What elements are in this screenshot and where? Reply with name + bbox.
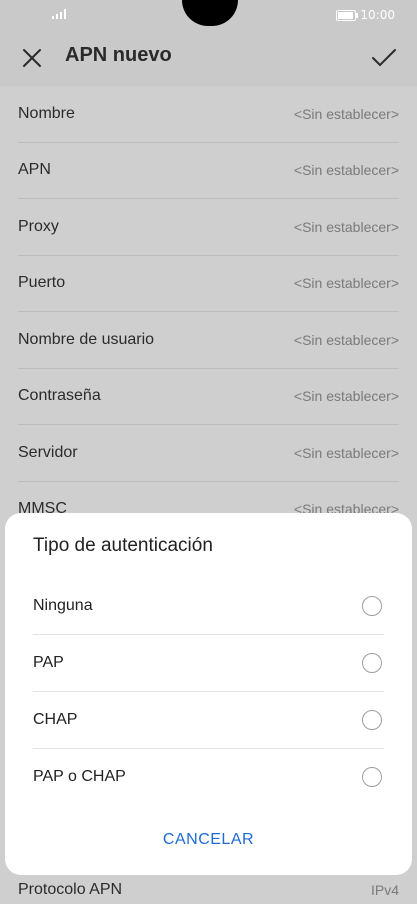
radio-icon[interactable]: [362, 653, 382, 673]
option-list: Ninguna PAP CHAP PAP o CHAP: [33, 578, 384, 805]
setting-value: <Sin establecer>: [293, 444, 399, 461]
cancel-button[interactable]: CANCELAR: [5, 831, 412, 849]
option-label: Ninguna: [33, 597, 93, 614]
status-right: 10:00: [336, 8, 395, 22]
setting-row-proxy[interactable]: Proxy <Sin establecer>: [18, 199, 399, 256]
dialog-title: Tipo de autenticación: [33, 535, 213, 556]
setting-value: IPv4: [370, 882, 399, 898]
setting-label: APN: [18, 161, 51, 179]
app-bar: APN nuevo: [0, 30, 417, 86]
page-title: APN nuevo: [65, 44, 172, 66]
setting-label: Servidor: [18, 443, 78, 461]
screen: 10:00 APN nuevo Nombre <Sin establecer> …: [0, 0, 417, 904]
setting-value: <Sin establecer>: [293, 162, 399, 179]
setting-row-protocolo[interactable]: Protocolo APN IPv4: [18, 876, 399, 904]
setting-row-puerto[interactable]: Puerto <Sin establecer>: [18, 256, 399, 312]
setting-value: <Sin establecer>: [293, 105, 399, 122]
setting-label: Proxy: [18, 217, 59, 235]
radio-icon[interactable]: [362, 767, 382, 787]
close-icon[interactable]: [20, 46, 44, 70]
check-icon[interactable]: [371, 46, 397, 70]
auth-type-dialog: Tipo de autenticación Ninguna PAP CHAP P…: [5, 513, 412, 875]
setting-row-contrasena[interactable]: Contraseña <Sin establecer>: [18, 369, 399, 425]
status-time: 10:00: [360, 8, 395, 22]
setting-label: Contraseña: [18, 387, 101, 405]
setting-label: Nombre: [18, 104, 75, 122]
status-bar: 10:00: [0, 0, 417, 30]
option-chap[interactable]: CHAP: [33, 692, 384, 749]
settings-list: Nombre <Sin establecer> APN <Sin estable…: [0, 86, 417, 538]
setting-label: Nombre de usuario: [18, 330, 155, 348]
radio-icon[interactable]: [362, 710, 382, 730]
radio-icon[interactable]: [362, 596, 382, 616]
option-ninguna[interactable]: Ninguna: [33, 578, 384, 635]
battery-icon: [336, 9, 359, 21]
setting-label: Protocolo APN: [18, 881, 123, 898]
option-label: CHAP: [33, 711, 78, 728]
option-pap-o-chap[interactable]: PAP o CHAP: [33, 749, 384, 805]
setting-row-servidor[interactable]: Servidor <Sin establecer>: [18, 425, 399, 482]
setting-row-nombre[interactable]: Nombre <Sin establecer>: [18, 86, 399, 143]
option-label: PAP: [33, 654, 64, 671]
setting-value: <Sin establecer>: [293, 218, 399, 235]
setting-value: <Sin establecer>: [293, 388, 399, 405]
setting-row-usuario[interactable]: Nombre de usuario <Sin establecer>: [18, 312, 399, 369]
setting-value: <Sin establecer>: [293, 331, 399, 348]
setting-row-apn[interactable]: APN <Sin establecer>: [18, 143, 399, 199]
setting-label: Puerto: [18, 274, 66, 292]
signal-icon: [52, 9, 68, 19]
option-label: PAP o CHAP: [33, 768, 126, 785]
setting-value: <Sin establecer>: [293, 275, 399, 292]
camera-notch: [182, 0, 238, 26]
option-pap[interactable]: PAP: [33, 635, 384, 692]
